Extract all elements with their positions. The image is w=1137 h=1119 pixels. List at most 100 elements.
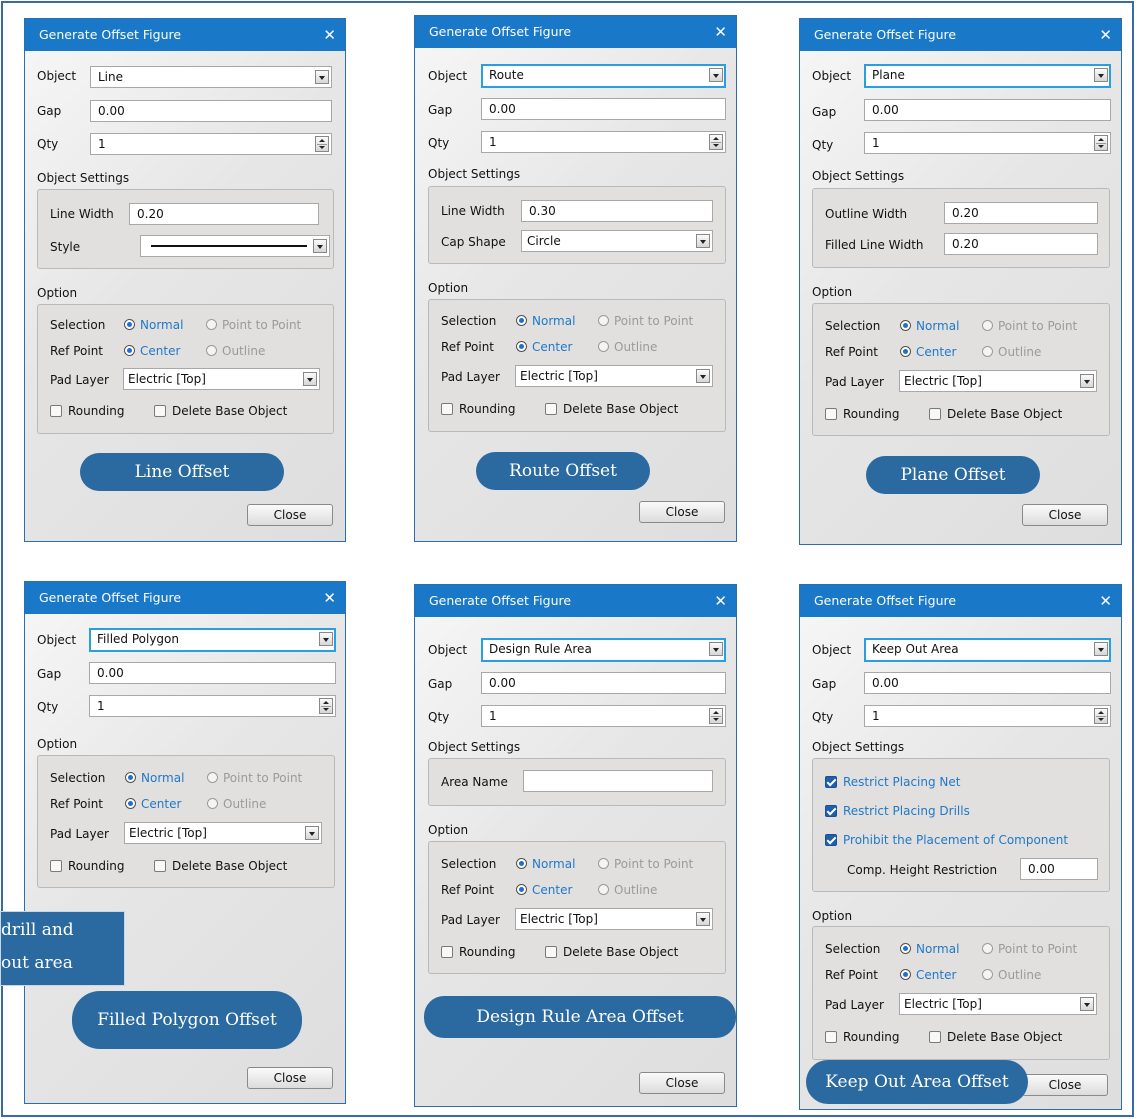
- close-icon[interactable]: ✕: [714, 585, 727, 617]
- close-icon[interactable]: ✕: [323, 582, 336, 614]
- close-icon[interactable]: ✕: [1099, 19, 1112, 51]
- rounding-checkbox[interactable]: Rounding: [441, 402, 516, 416]
- chevron-down-icon[interactable]: [709, 642, 723, 656]
- area-name-input[interactable]: [523, 770, 713, 792]
- qty-stepper[interactable]: 1: [864, 705, 1111, 727]
- object-select[interactable]: Design Rule Area: [481, 638, 726, 662]
- radio-normal[interactable]: Normal: [125, 771, 184, 785]
- delete-base-checkbox[interactable]: Delete Base Object: [929, 1030, 1062, 1044]
- restrict-placing-net-checkbox[interactable]: Restrict Placing Net: [825, 775, 960, 789]
- radio-center[interactable]: Center: [516, 340, 572, 354]
- object-select[interactable]: Keep Out Area: [864, 638, 1111, 662]
- chevron-down-icon[interactable]: [696, 234, 710, 248]
- qty-stepper[interactable]: 1: [481, 131, 726, 153]
- spinner-icon[interactable]: [319, 698, 333, 714]
- close-icon[interactable]: ✕: [714, 16, 727, 48]
- gap-input[interactable]: 0.00: [864, 672, 1111, 694]
- qty-stepper[interactable]: 1: [89, 695, 336, 717]
- pad-layer-select[interactable]: Electric [Top]: [124, 822, 322, 844]
- gap-input[interactable]: 0.00: [481, 672, 726, 694]
- radio-outline[interactable]: Outline: [598, 883, 657, 897]
- qty-stepper[interactable]: 1: [90, 133, 332, 155]
- chevron-down-icon[interactable]: [696, 912, 710, 926]
- radio-point-to-point[interactable]: Point to Point: [982, 319, 1077, 333]
- pad-layer-select[interactable]: Electric [Top]: [899, 993, 1097, 1015]
- spinner-icon[interactable]: [709, 134, 723, 150]
- close-button[interactable]: Close: [1022, 1074, 1108, 1096]
- filled-line-width-input[interactable]: 0.20: [944, 233, 1098, 255]
- close-icon[interactable]: ✕: [1099, 585, 1112, 617]
- radio-outline[interactable]: Outline: [598, 340, 657, 354]
- chevron-down-icon[interactable]: [1094, 68, 1108, 82]
- object-select[interactable]: Line: [90, 66, 332, 88]
- rounding-checkbox[interactable]: Rounding: [825, 407, 900, 421]
- object-select[interactable]: Plane: [864, 64, 1111, 88]
- spinner-icon[interactable]: [1094, 708, 1108, 724]
- chevron-down-icon[interactable]: [709, 68, 723, 82]
- chevron-down-icon[interactable]: [305, 826, 319, 840]
- close-button[interactable]: Close: [247, 1067, 333, 1089]
- radio-normal[interactable]: Normal: [516, 314, 575, 328]
- gap-input[interactable]: 0.00: [864, 99, 1111, 121]
- radio-point-to-point[interactable]: Point to Point: [206, 318, 301, 332]
- chevron-down-icon[interactable]: [1080, 374, 1094, 388]
- chevron-down-icon[interactable]: [313, 239, 327, 253]
- rounding-checkbox[interactable]: Rounding: [50, 859, 125, 873]
- rounding-checkbox[interactable]: Rounding: [50, 404, 125, 418]
- radio-point-to-point[interactable]: Point to Point: [598, 857, 693, 871]
- pad-layer-select[interactable]: Electric [Top]: [515, 365, 713, 387]
- chevron-down-icon[interactable]: [1094, 642, 1108, 656]
- rounding-checkbox[interactable]: Rounding: [825, 1030, 900, 1044]
- outline-width-input[interactable]: 0.20: [944, 202, 1098, 224]
- chevron-down-icon[interactable]: [696, 369, 710, 383]
- qty-stepper[interactable]: 1: [864, 132, 1111, 154]
- qty-stepper[interactable]: 1: [481, 705, 726, 727]
- radio-center[interactable]: Center: [516, 883, 572, 897]
- pad-layer-select[interactable]: Electric [Top]: [899, 370, 1097, 392]
- chevron-down-icon[interactable]: [319, 632, 333, 646]
- radio-outline[interactable]: Outline: [982, 968, 1041, 982]
- pad-layer-select[interactable]: Electric [Top]: [123, 368, 320, 390]
- close-button[interactable]: Close: [639, 501, 725, 523]
- radio-center[interactable]: Center: [124, 344, 180, 358]
- style-select[interactable]: [140, 235, 330, 257]
- spinner-icon[interactable]: [1094, 135, 1108, 151]
- close-button[interactable]: Close: [247, 504, 333, 526]
- prohibit-component-checkbox[interactable]: Prohibit the Placement of Component: [825, 833, 1068, 847]
- radio-point-to-point[interactable]: Point to Point: [207, 771, 302, 785]
- delete-base-checkbox[interactable]: Delete Base Object: [545, 945, 678, 959]
- chevron-down-icon[interactable]: [303, 372, 317, 386]
- delete-base-checkbox[interactable]: Delete Base Object: [545, 402, 678, 416]
- gap-input[interactable]: 0.00: [481, 98, 726, 120]
- delete-base-checkbox[interactable]: Delete Base Object: [929, 407, 1062, 421]
- object-select[interactable]: Filled Polygon: [89, 628, 336, 652]
- radio-point-to-point[interactable]: Point to Point: [982, 942, 1077, 956]
- spinner-icon[interactable]: [315, 136, 329, 152]
- cap-shape-select[interactable]: Circle: [521, 230, 713, 252]
- comp-height-input[interactable]: 0.00: [1020, 858, 1098, 880]
- spinner-icon[interactable]: [709, 708, 723, 724]
- radio-normal[interactable]: Normal: [516, 857, 575, 871]
- radio-center[interactable]: Center: [125, 797, 181, 811]
- rounding-checkbox[interactable]: Rounding: [441, 945, 516, 959]
- line-width-input[interactable]: 0.30: [521, 200, 713, 222]
- gap-input[interactable]: 0.00: [89, 662, 336, 684]
- close-button[interactable]: Close: [1022, 504, 1108, 526]
- close-icon[interactable]: ✕: [323, 19, 336, 51]
- chevron-down-icon[interactable]: [315, 70, 329, 84]
- radio-normal[interactable]: Normal: [900, 942, 959, 956]
- radio-outline[interactable]: Outline: [982, 345, 1041, 359]
- radio-outline[interactable]: Outline: [206, 344, 265, 358]
- chevron-down-icon[interactable]: [1080, 997, 1094, 1011]
- pad-layer-select[interactable]: Electric [Top]: [515, 908, 713, 930]
- close-button[interactable]: Close: [639, 1072, 725, 1094]
- radio-normal[interactable]: Normal: [900, 319, 959, 333]
- radio-point-to-point[interactable]: Point to Point: [598, 314, 693, 328]
- gap-input[interactable]: 0.00: [90, 100, 332, 122]
- delete-base-checkbox[interactable]: Delete Base Object: [154, 404, 287, 418]
- radio-outline[interactable]: Outline: [207, 797, 266, 811]
- restrict-placing-drills-checkbox[interactable]: Restrict Placing Drills: [825, 804, 970, 818]
- line-width-input[interactable]: 0.20: [129, 203, 319, 225]
- delete-base-checkbox[interactable]: Delete Base Object: [154, 859, 287, 873]
- radio-normal[interactable]: Normal: [124, 318, 183, 332]
